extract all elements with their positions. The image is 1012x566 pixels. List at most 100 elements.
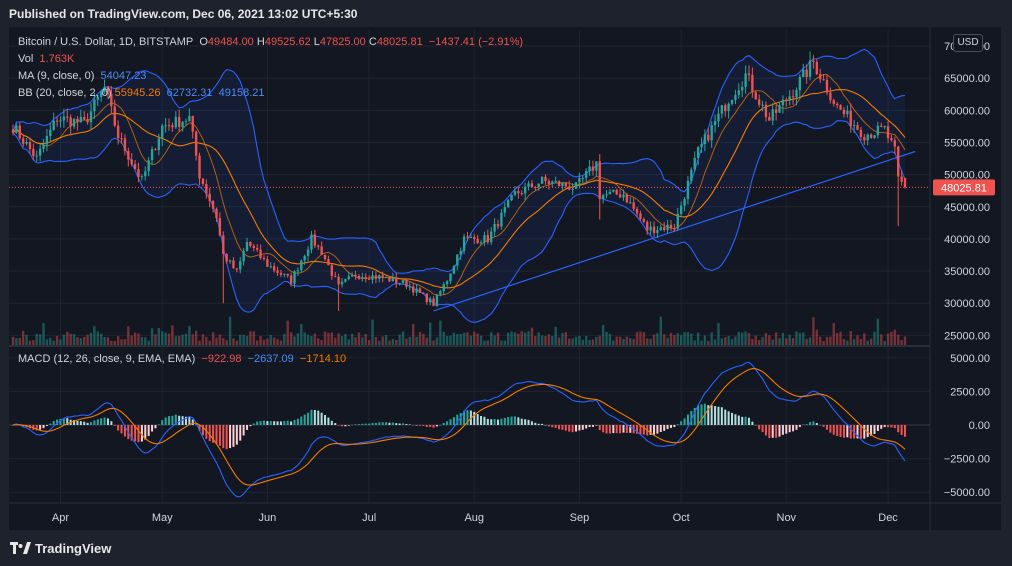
macd-histogram-bar: [893, 425, 896, 429]
candle-body: [157, 138, 161, 151]
macd-histogram-bar: [242, 425, 245, 436]
volume-bar: [452, 332, 456, 345]
candle-body: [113, 106, 116, 126]
macd-histogram-bar: [178, 415, 181, 425]
volume-bar: [408, 336, 412, 345]
candle-body: [218, 218, 222, 236]
candle-body: [249, 241, 252, 246]
high-label: H: [256, 36, 265, 48]
macd-histogram-bar: [279, 421, 282, 425]
candle-body: [459, 250, 462, 255]
macd-histogram-bar: [669, 425, 672, 428]
volume-bar: [154, 334, 157, 345]
candle-body: [564, 182, 568, 187]
candle-body: [608, 191, 612, 195]
macd-tick-label: 0.00: [969, 420, 990, 432]
candle-body: [439, 291, 442, 295]
volume-bar: [401, 331, 405, 345]
volume-bar: [276, 339, 279, 345]
macd-histogram-bar: [432, 425, 435, 428]
volume-bar: [425, 337, 428, 345]
volume-bar: [371, 319, 374, 345]
candle-body: [802, 69, 805, 77]
candle-body: [330, 265, 334, 276]
macd-histogram-bar: [530, 421, 533, 425]
volume-bar: [700, 340, 703, 345]
price-tick-label: 25000.00: [944, 330, 990, 342]
candle-body: [425, 293, 428, 303]
candle-body: [442, 284, 445, 292]
macd-histogram-bar: [442, 422, 445, 425]
volume-bar: [615, 336, 618, 345]
candle-body: [432, 298, 435, 306]
candle-body: [133, 164, 137, 170]
volume-bar: [639, 331, 642, 345]
candle-body: [720, 105, 724, 114]
volume-bar: [869, 338, 873, 345]
candle-body: [205, 184, 208, 194]
chart-canvas[interactable]: 70000.0065000.0060000.0055000.0050000.00…: [0, 0, 1012, 566]
candle-body: [354, 274, 357, 277]
macd-histogram-bar: [422, 425, 425, 426]
volume-bar: [103, 336, 106, 345]
volume-bar: [584, 336, 588, 345]
volume-bar: [788, 334, 791, 345]
macd-histogram-bar: [313, 409, 316, 425]
candle-body: [551, 181, 554, 184]
candle-body: [639, 213, 642, 220]
volume-bar: [191, 334, 194, 345]
candle-body: [530, 183, 534, 187]
candle-body: [49, 129, 52, 137]
candle-body: [235, 268, 239, 270]
volume-bar: [737, 331, 740, 345]
candle-body: [93, 99, 96, 112]
candle-body: [815, 62, 819, 75]
macd-histogram-bar: [724, 409, 727, 425]
volume-bar: [42, 323, 45, 345]
macd-histogram-bar: [812, 421, 815, 425]
macd-histogram-bar: [86, 422, 89, 425]
volume-bar: [130, 335, 133, 345]
volume-bar: [364, 333, 367, 345]
volume-bar: [418, 331, 422, 345]
volume-bar: [293, 336, 296, 345]
volume-bar: [432, 340, 435, 345]
volume-bar: [835, 333, 839, 345]
volume-bar: [544, 336, 547, 345]
macd-histogram-bar: [788, 425, 791, 433]
candle-body: [741, 86, 744, 91]
macd-histogram-bar: [42, 425, 45, 429]
volume-bar: [445, 335, 449, 345]
candle-body: [449, 273, 452, 282]
volume-bar: [116, 336, 120, 345]
volume-bar: [228, 316, 232, 345]
macd-histogram-bar: [76, 420, 79, 425]
volume-bar: [171, 325, 174, 345]
vol-value: 1.763K: [39, 53, 75, 65]
volume-bar: [323, 331, 327, 345]
candle-body: [774, 109, 778, 113]
candle-body: [612, 189, 615, 192]
volume-bar: [842, 339, 846, 345]
volume-bar: [578, 335, 581, 345]
macd-histogram-bar: [293, 419, 296, 425]
macd-histogram-bar: [524, 419, 527, 425]
volume-bar: [350, 333, 354, 345]
macd-histogram-bar: [398, 423, 401, 425]
candle-body: [388, 276, 391, 282]
volume-bar: [245, 335, 249, 345]
macd-histogram-bar: [239, 425, 242, 441]
volume-bar: [483, 340, 486, 345]
candle-body: [829, 92, 832, 101]
volume-bar: [96, 331, 99, 345]
candle-body: [693, 157, 696, 170]
macd-histogram-bar: [296, 418, 299, 425]
macd-histogram-bar: [385, 422, 388, 425]
macd-histogram-bar: [697, 405, 700, 425]
volume-bar: [873, 331, 876, 345]
macd-histogram-bar: [876, 425, 879, 432]
time-tick-label: Jul: [362, 512, 376, 524]
volume-bar: [571, 338, 574, 345]
currency-button[interactable]: USD: [953, 34, 983, 52]
volume-bar: [99, 333, 103, 345]
